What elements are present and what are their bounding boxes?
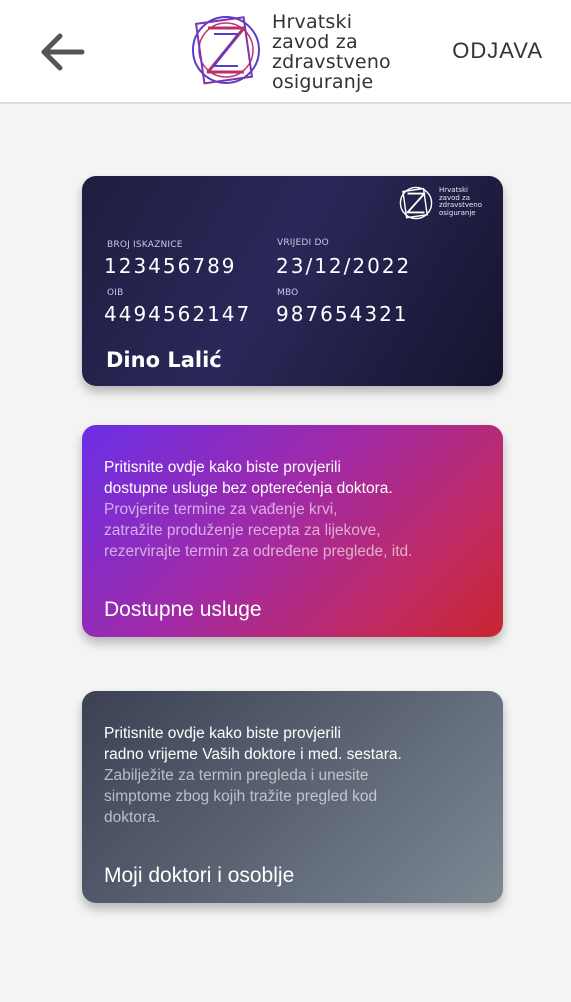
oib-value: 4494562147 (104, 302, 252, 326)
services-text-line: Pritisnite ovdje kako biste provjerili (104, 459, 341, 476)
logo-line: zavod za (272, 31, 358, 53)
services-text-line: rezervirajte termin za određene preglede… (104, 543, 413, 560)
doctors-text-line: Pritisnite ovdje kako biste provjerili (104, 725, 341, 742)
doctors-description: Pritisnite ovdje kako biste provjerili r… (104, 723, 499, 828)
card-logo-text: Hrvatski zavod za zdravstveno osiguranje (439, 186, 482, 217)
doctors-text-line: doktora. (104, 809, 161, 826)
logo-line: osiguranje (272, 71, 374, 93)
app-header: Hrvatski zavod za zdravstveno osiguranje… (0, 0, 571, 104)
services-text-line: zatražite produženje recepta za lijekove… (104, 522, 381, 539)
doctors-card-title: Moji doktori i osoblje (104, 864, 295, 887)
logo-line: Hrvatski (272, 11, 353, 33)
card-logo: Hrvatski zavod za zdravstveno osiguranje (397, 184, 497, 224)
doctors-text-line: Zabilježite za termin pregleda i unesite (104, 767, 369, 784)
services-description: Pritisnite ovdje kako biste provjerili d… (104, 457, 499, 562)
card-holder-name: Dino Lalić (106, 348, 222, 372)
back-button[interactable] (36, 30, 88, 74)
mbo-label: MBO (277, 288, 299, 298)
hzzo-logo: Hrvatski zavod za zdravstveno osiguranje (190, 12, 400, 92)
card-logo-line: osiguranje (439, 208, 476, 217)
logo-line: zdravstveno (272, 51, 391, 73)
hzzo-logo-mark-icon (192, 16, 260, 85)
services-text-line: dostupne usluge bez opterećenja doktora. (104, 480, 393, 497)
oib-label: OIB (107, 288, 124, 298)
doctors-text-line: simptome zbog kojih tražite pregled kod (104, 788, 378, 805)
hzzo-logo-mark-icon (399, 186, 433, 220)
valid-until-value: 23/12/2022 (276, 254, 412, 278)
arrow-left-icon (41, 33, 85, 71)
services-card[interactable]: Pritisnite ovdje kako biste provjerili d… (82, 425, 503, 637)
mbo-value: 987654321 (276, 302, 409, 326)
valid-until-label: VRIJEDI DO (277, 238, 329, 248)
card-number-label: BROJ ISKAZNICE (107, 240, 183, 250)
card-number-value: 123456789 (104, 254, 237, 278)
insurance-card[interactable]: Hrvatski zavod za zdravstveno osiguranje… (82, 176, 503, 386)
logout-button[interactable]: ODJAVA (452, 38, 543, 64)
services-text-line: Provjerite termine za vađenje krvi, (104, 501, 338, 518)
logo-text: Hrvatski zavod za zdravstveno osiguranje (272, 12, 391, 92)
doctors-text-line: radno vrijeme Vaših doktore i med. sesta… (104, 746, 402, 763)
doctors-card[interactable]: Pritisnite ovdje kako biste provjerili r… (82, 691, 503, 903)
services-card-title: Dostupne usluge (104, 598, 262, 621)
